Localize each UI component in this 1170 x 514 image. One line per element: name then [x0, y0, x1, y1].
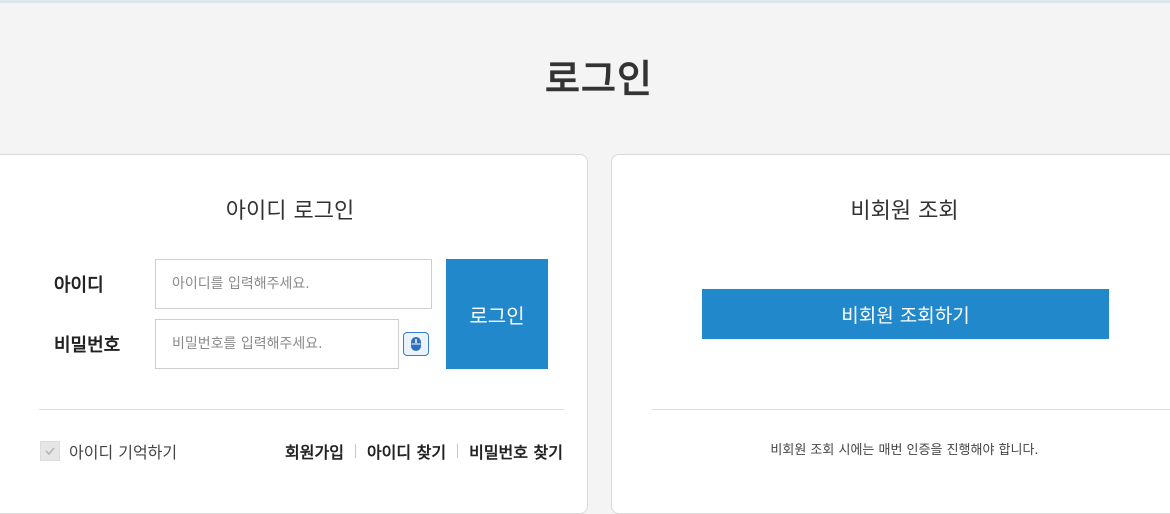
find-password-link[interactable]: 비밀번호 찾기 [469, 439, 563, 463]
link-separator [354, 444, 356, 458]
id-input[interactable] [155, 259, 432, 309]
password-input[interactable] [155, 319, 399, 369]
guest-lookup-note: 비회원 조회 시에는 매번 인증을 진행해야 합니다. [770, 443, 1039, 458]
find-id-link[interactable]: 아이디 찾기 [367, 439, 446, 463]
login-button[interactable]: 로그인 [446, 259, 548, 369]
remember-id-label: 아이디 기억하기 [69, 443, 178, 462]
member-login-title: 아이디 로그인 [225, 199, 355, 224]
account-links: 회원가입 아이디 찾기 비밀번호 찾기 [285, 439, 563, 463]
page-title: 로그인 [545, 57, 653, 101]
remember-id-toggle[interactable]: 아이디 기억하기 [40, 439, 177, 463]
guest-lookup-title: 비회원 조회 [850, 199, 959, 224]
divider [652, 409, 1170, 410]
top-border-line [0, 0, 1170, 3]
link-separator [457, 444, 459, 458]
check-icon [45, 447, 55, 456]
mouse-icon [411, 337, 421, 351]
password-label: 비밀번호 [54, 335, 121, 356]
guest-lookup-button[interactable]: 비회원 조회하기 [702, 289, 1109, 339]
id-label: 아이디 [54, 275, 104, 296]
divider [39, 409, 564, 410]
member-login-panel: 아이디 로그인 아이디 비밀번호 로그인 아이디 기억하기 회원가입 아이디 찾… [0, 154, 588, 514]
join-link[interactable]: 회원가입 [285, 439, 344, 463]
virtual-keypad-button[interactable] [403, 332, 429, 356]
guest-lookup-panel: 비회원 조회 비회원 조회하기 비회원 조회 시에는 매번 인증을 진행해야 합… [611, 154, 1170, 514]
remember-id-checkbox[interactable] [40, 441, 60, 461]
